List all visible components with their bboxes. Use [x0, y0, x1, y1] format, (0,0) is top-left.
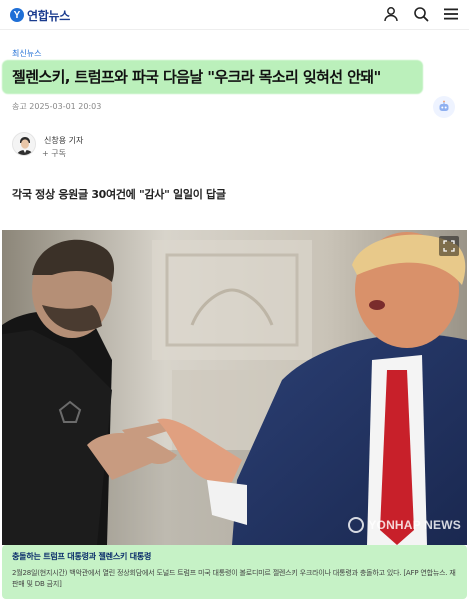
photo-illustration [2, 230, 467, 545]
article-photo[interactable]: YONHAP NEWS [2, 230, 467, 545]
photo-caption-title: 충돌하는 트럼프 대통령과 젤렌스키 대통령 [12, 552, 152, 561]
article-title: 젤렌스키, 트럼프와 파국 다음날 "우크라 목소리 잊혀선 안돼" [12, 68, 381, 86]
publish-date: 송고 2025-03-01 20:03 [12, 102, 102, 111]
yonhap-logo-text: 연합뉴스 [27, 8, 70, 23]
ai-summary-bot-icon[interactable] [433, 96, 455, 118]
photo-watermark: YONHAP NEWS [348, 517, 461, 533]
expand-icon [443, 240, 455, 252]
yonhap-logo[interactable]: Y 연합뉴스 [10, 6, 70, 24]
reporter-avatar[interactable] [12, 132, 36, 156]
user-icon[interactable] [383, 6, 399, 22]
expand-photo-button[interactable] [439, 236, 459, 256]
search-icon[interactable] [413, 6, 429, 22]
reporter-name[interactable]: 신창용 기자 [44, 135, 83, 146]
article-subtitle: 각국 정상 응원글 30여건에 "감사" 일일이 답글 [12, 188, 226, 201]
subscribe-button[interactable]: + 구독 [42, 148, 66, 159]
menu-icon[interactable] [443, 6, 459, 22]
top-navigation-bar: Y 연합뉴스 [0, 0, 469, 30]
header-actions [383, 6, 459, 22]
watermark-text: YONHAP NEWS [368, 518, 461, 532]
photo-caption-body: 2월28일(현지시간) 백악관에서 열린 정상회담에서 도널드 트럼프 미국 대… [12, 569, 456, 588]
yonhap-logo-mark: Y [10, 8, 24, 22]
category-label[interactable]: 최신뉴스 [12, 48, 41, 59]
yonhap-watermark-icon [348, 517, 365, 533]
